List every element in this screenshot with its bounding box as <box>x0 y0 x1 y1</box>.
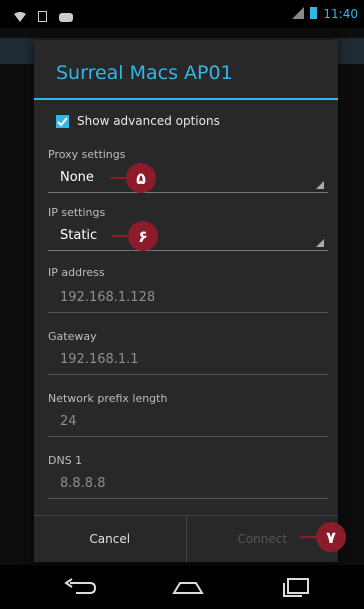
signal-icon <box>292 6 305 22</box>
proxy-settings-spinner[interactable]: None <box>48 166 328 193</box>
gateway-label: Gateway <box>48 330 97 343</box>
ip-address-field[interactable]: 192.168.1.128 <box>48 284 328 313</box>
cancel-button[interactable]: Cancel <box>34 516 187 562</box>
annotation-marker-5: ۵ <box>110 163 156 193</box>
dns1-field[interactable]: 8.8.8.8 <box>48 470 328 499</box>
back-icon[interactable] <box>62 577 98 601</box>
status-bar: 11:40 <box>0 0 364 28</box>
ip-settings-spinner[interactable]: Static <box>48 224 328 251</box>
prefix-length-field[interactable]: 24 <box>48 408 328 437</box>
sd-card-icon <box>38 7 47 26</box>
show-advanced-row[interactable]: Show advanced options <box>56 114 220 128</box>
title-divider <box>34 98 338 100</box>
dialog-button-bar: Cancel Connect <box>34 515 338 562</box>
recent-apps-icon[interactable] <box>280 577 310 601</box>
gamepad-icon <box>59 7 73 26</box>
prefix-length-label: Network prefix length <box>48 392 168 405</box>
home-icon[interactable] <box>170 577 206 601</box>
wifi-config-dialog: Surreal Macs AP01 Show advanced options … <box>34 40 338 562</box>
battery-icon <box>310 6 318 22</box>
navigation-bar <box>0 565 364 609</box>
ip-settings-value: Static <box>60 228 98 243</box>
ip-address-label: IP address <box>48 266 105 279</box>
spinner-arrow-icon <box>316 181 324 189</box>
gateway-field[interactable]: 192.168.1.1 <box>48 346 328 375</box>
proxy-settings-label: Proxy settings <box>48 148 126 161</box>
spinner-arrow-icon <box>316 239 324 247</box>
annotation-marker-7: ۷ <box>300 522 346 552</box>
ip-settings-label: IP settings <box>48 206 106 219</box>
dns1-label: DNS 1 <box>48 454 83 467</box>
wifi-icon <box>14 7 26 26</box>
show-advanced-checkbox[interactable] <box>56 114 69 128</box>
proxy-settings-value: None <box>60 170 94 185</box>
checkmark-icon <box>57 116 68 126</box>
clock: 11:40 <box>323 7 358 21</box>
show-advanced-label: Show advanced options <box>77 114 220 128</box>
dialog-title: Surreal Macs AP01 <box>56 62 233 84</box>
annotation-marker-6: ۶ <box>112 221 158 251</box>
